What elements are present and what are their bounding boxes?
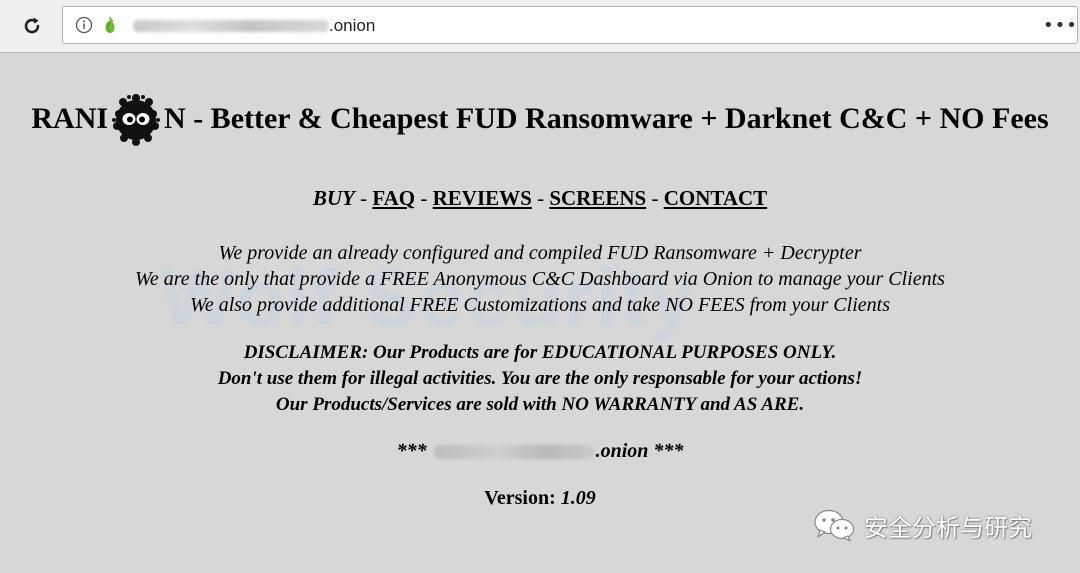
disclaimer-line: DISCLAIMER: Our Products are for EDUCATI…	[243, 342, 837, 363]
page-title: RANI N - Better & Cheapest FUD Ransomwar…	[0, 94, 1080, 147]
nav-separator: -	[415, 186, 433, 210]
reload-icon	[24, 17, 40, 34]
soot-sprite-icon	[112, 94, 161, 147]
nav-buy[interactable]: BUY	[313, 186, 355, 210]
disclaimer: DISCLAIMER: Our Products are for EDUCATI…	[0, 340, 1080, 418]
brand-text: 安全分析与研究	[864, 513, 1032, 542]
main-nav: BUY - FAQ - REVIEWS - SCREENS - CONTACT	[0, 186, 1080, 211]
description-line: We provide an already configured and com…	[218, 242, 862, 264]
version-number: 1.09	[560, 487, 596, 509]
brand-watermark: 安全分析与研究	[812, 508, 1032, 542]
version-label: Version:	[484, 487, 561, 509]
description-line: We are the only that provide a FREE Anon…	[135, 268, 945, 290]
title-right: N - Better & Cheapest FUD Ransomware + D…	[164, 102, 1049, 135]
onion-prefix: ***	[396, 440, 432, 462]
url-suffix: .onion	[329, 16, 376, 35]
onion-address: *** .onion ***	[0, 440, 1080, 463]
nav-screens[interactable]: SCREENS	[549, 186, 646, 210]
nav-separator: -	[531, 186, 550, 210]
info-icon[interactable]	[75, 16, 93, 34]
nav-separator: -	[354, 186, 373, 210]
wechat-icon	[814, 509, 855, 542]
nav-separator: -	[646, 186, 664, 210]
disclaimer-line: Our Products/Services are sold with NO W…	[275, 394, 805, 415]
description-line: We also provide additional FREE Customiz…	[190, 294, 890, 316]
url-host-redacted	[133, 20, 329, 32]
onion-host-redacted	[433, 445, 594, 460]
nav-contact[interactable]: CONTACT	[664, 186, 767, 210]
title-left: RANI	[31, 102, 109, 135]
address-bar[interactable]: .onion •••	[62, 6, 1078, 44]
reload-button[interactable]	[18, 12, 46, 40]
nav-reviews[interactable]: REVIEWS	[433, 186, 532, 210]
page-actions-menu-icon[interactable]: •••	[1043, 15, 1077, 36]
description: We provide an already configured and com…	[0, 240, 1080, 318]
onion-icon	[105, 16, 115, 33]
onion-suffix: .onion ***	[595, 440, 684, 462]
disclaimer-line: Don't use them for illegal activities. Y…	[217, 368, 863, 389]
nav-faq[interactable]: FAQ	[372, 186, 415, 210]
browser-toolbar: .onion •••	[0, 0, 1080, 53]
